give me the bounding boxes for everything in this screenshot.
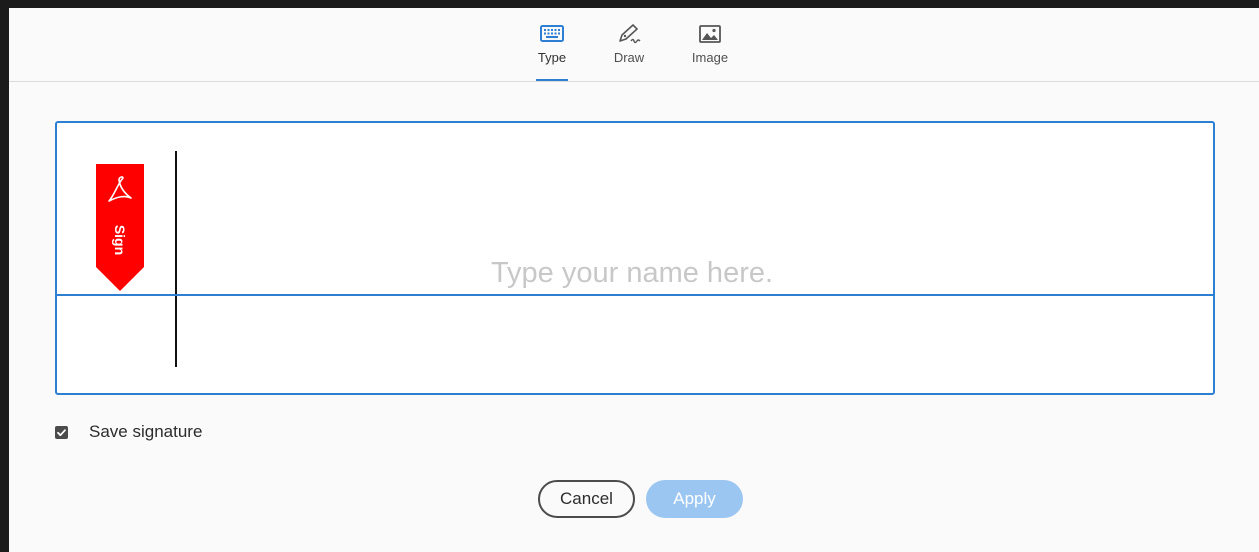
signature-input-area[interactable]: Sign [55, 121, 1215, 395]
keyboard-icon [540, 25, 564, 42]
signature-baseline [57, 294, 1213, 296]
tab-type-label: Type [537, 50, 567, 65]
save-signature-option[interactable]: Save signature [55, 422, 202, 442]
sign-here-badge: Sign [96, 164, 144, 292]
apply-button[interactable]: Apply [646, 480, 743, 518]
tab-draw-label: Draw [613, 50, 645, 65]
pen-icon [619, 24, 641, 44]
cancel-button[interactable]: Cancel [538, 480, 635, 518]
active-tab-indicator [536, 79, 568, 81]
image-icon [699, 25, 721, 43]
tab-image[interactable]: Image [689, 8, 731, 81]
save-signature-label: Save signature [89, 422, 203, 441]
tab-image-label: Image [691, 50, 729, 65]
text-cursor [175, 151, 177, 367]
save-signature-checkbox[interactable] [55, 425, 68, 439]
checkmark-icon [57, 428, 66, 436]
tab-draw[interactable]: Draw [611, 8, 647, 81]
signature-name-input[interactable] [207, 251, 1057, 295]
sign-badge-text: Sign [112, 224, 128, 256]
tab-type[interactable]: Type [536, 8, 568, 81]
signature-mode-tabs: Type Draw Image [9, 8, 1259, 82]
signature-dialog: Type Draw Image Sign Type your name here… [9, 8, 1259, 552]
